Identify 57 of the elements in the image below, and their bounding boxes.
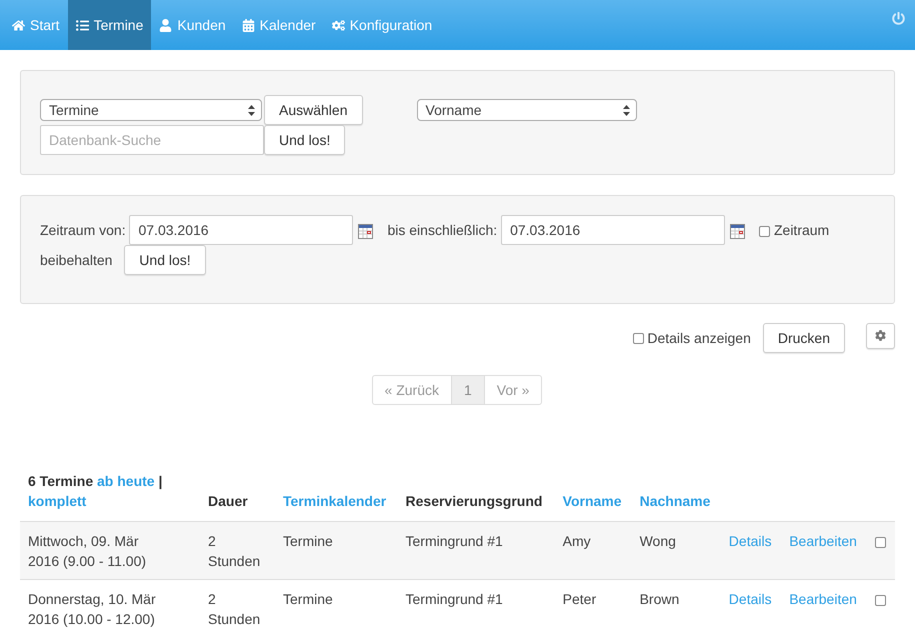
to-label: bis einschließlich:	[387, 222, 498, 238]
from-date-field[interactable]: 07.03.2016	[129, 215, 354, 245]
edit-link[interactable]: Bearbeiten	[789, 591, 857, 607]
filter-link[interactable]: ab heute	[97, 473, 155, 489]
print-button[interactable]: Drucken	[762, 323, 845, 353]
row-checkbox[interactable]	[875, 536, 886, 548]
next-page-link[interactable]: Vor »	[484, 375, 542, 405]
edit-link[interactable]: Bearbeiten	[789, 533, 857, 549]
keep-label: Zeitraum	[774, 222, 830, 238]
nav-tab[interactable]: Start	[4, 0, 68, 50]
nav-tab[interactable]: Kalender	[234, 0, 324, 50]
table-cell: Peter	[554, 580, 632, 637]
type-select[interactable]: Termine	[40, 99, 262, 121]
separator: |	[158, 473, 162, 489]
row-checkbox[interactable]	[875, 594, 886, 606]
keep-label: beibehalten	[40, 252, 112, 268]
details-checkbox[interactable]	[633, 332, 644, 344]
column-header[interactable]: Vorname	[554, 471, 632, 522]
table-cell: Brown	[632, 580, 721, 637]
table-cell: Termine	[275, 580, 398, 637]
column-header: Dauer	[200, 471, 275, 522]
table-cell: Donnerstag, 10. Mär 2016 (10.00 - 12.00)	[20, 580, 200, 637]
nav-tab[interactable]: Konfiguration	[324, 0, 440, 50]
power-icon[interactable]	[892, 12, 905, 25]
filter-link[interactable]: komplett	[28, 493, 86, 509]
settings-icon	[875, 330, 886, 341]
details-link[interactable]: Details	[728, 591, 772, 607]
previous-page-link[interactable]: « Zurück	[372, 375, 452, 405]
field-select[interactable]: Vorname	[416, 99, 636, 121]
apply-button[interactable]: Und los!	[124, 245, 206, 275]
table-cell: 2 Stunden	[200, 580, 275, 637]
nav-tab[interactable]: Termine	[68, 0, 152, 50]
table-cell: Termingrund #1	[398, 580, 555, 637]
dropdown-arrows-icon	[622, 104, 630, 116]
keep-checkbox[interactable]	[759, 226, 770, 237]
count-label: 6 Termine	[28, 473, 94, 489]
list-icon	[76, 18, 89, 32]
search-button[interactable]: Und los!	[264, 125, 346, 155]
nav-tab[interactable]: Kunden	[151, 0, 234, 50]
page-link[interactable]: 1	[450, 375, 485, 405]
from-label: Zeitraum von:	[40, 222, 126, 238]
user-icon	[159, 18, 172, 32]
calendar-icon[interactable]	[358, 224, 374, 239]
search-field[interactable]: Datenbank-Suche	[40, 125, 264, 155]
home-icon	[12, 18, 25, 32]
details-label: Details anzeigen	[647, 330, 751, 346]
settings-button[interactable]	[866, 323, 895, 349]
dropdown-arrows-icon	[248, 104, 255, 116]
calendar-icon[interactable]	[730, 224, 746, 239]
select-button[interactable]: Auswählen	[264, 95, 362, 125]
column-header[interactable]: Terminkalender	[275, 471, 398, 522]
column-header[interactable]: Nachname	[632, 471, 721, 522]
gears-icon	[332, 18, 345, 32]
column-header: Reservierungsgrund	[398, 471, 555, 522]
details-link[interactable]: Details	[728, 533, 772, 549]
calendar-icon	[242, 18, 255, 32]
to-date-field[interactable]: 07.03.2016	[501, 215, 726, 245]
